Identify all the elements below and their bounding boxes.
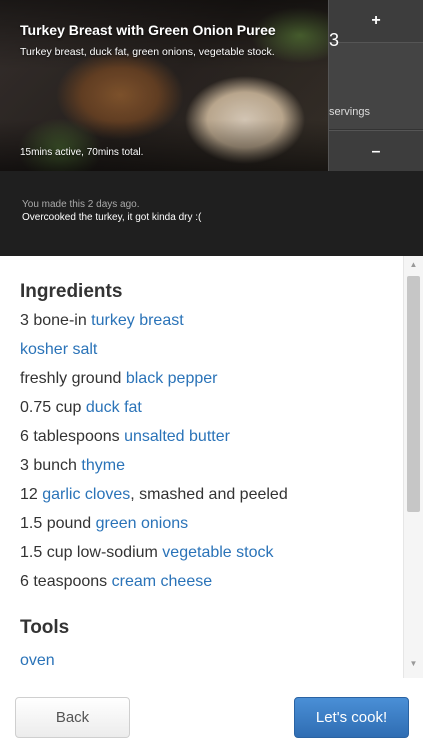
ingredient-quantity: 1.5 pound: [20, 515, 96, 532]
ingredient-quantity: 1.5 cup low-sodium: [20, 544, 163, 561]
ingredient-item: 1.5 pound green onions: [20, 515, 288, 544]
ingredient-link[interactable]: garlic cloves: [42, 486, 130, 503]
ingredient-link[interactable]: kosher salt: [20, 341, 97, 358]
ingredient-item: 3 bunch thyme: [20, 457, 288, 486]
recipe-details[interactable]: Ingredients 3 bone-in turkey breast koshe…: [0, 256, 403, 678]
recipe-subtitle: Turkey breast, duck fat, green onions, v…: [20, 46, 275, 58]
recipe-title: Turkey Breast with Green Onion Puree: [20, 22, 276, 38]
ingredient-link[interactable]: unsalted butter: [124, 428, 230, 445]
ingredient-quantity: 12: [20, 486, 43, 503]
ingredient-quantity: 6 tablespoons: [20, 428, 125, 445]
ingredients-list: 3 bone-in turkey breast kosher salt freshl…: [20, 312, 288, 602]
ingredient-item: 1.5 cup low-sodium vegetable stock: [20, 544, 288, 573]
ingredient-quantity: 6 teaspoons: [20, 573, 112, 590]
last-made-text: You made this 2 days ago.: [22, 199, 140, 210]
ingredient-item: 6 tablespoons unsalted butter: [20, 428, 288, 457]
ingredient-quantity: freshly ground: [20, 370, 126, 387]
ingredient-link[interactable]: black pepper: [126, 370, 218, 387]
ingredient-item: freshly ground black pepper: [20, 370, 288, 399]
ingredient-item: 12 garlic cloves, smashed and peeled: [20, 486, 288, 515]
ingredient-link[interactable]: cream cheese: [112, 573, 213, 590]
footer-bar: Back Let's cook!: [0, 678, 423, 754]
ingredient-item: 3 bone-in turkey breast: [20, 312, 288, 341]
recipe-time: 15mins active, 70mins total.: [20, 147, 144, 158]
cook-note: Overcooked the turkey, it got kinda dry …: [22, 212, 202, 223]
scrollbar[interactable]: ▲ ▼: [403, 256, 423, 678]
decrease-servings-button[interactable]: –: [329, 130, 423, 172]
ingredients-heading: Ingredients: [20, 281, 123, 302]
scroll-thumb[interactable]: [407, 276, 420, 512]
recipe-hero-image: Turkey Breast with Green Onion Puree Tur…: [0, 0, 328, 171]
ingredient-quantity: 0.75 cup: [20, 399, 86, 416]
servings-control: + 3 servings –: [328, 0, 423, 172]
ingredient-link[interactable]: vegetable stock: [162, 544, 273, 561]
lets-cook-button[interactable]: Let's cook!: [294, 697, 409, 738]
ingredient-quantity: 3 bone-in: [20, 312, 92, 329]
ingredient-note: , smashed and peeled: [130, 486, 288, 503]
tool-link-oven[interactable]: oven: [20, 652, 55, 670]
cook-history-panel: You made this 2 days ago. Overcooked the…: [0, 171, 423, 256]
ingredient-quantity: 3 bunch: [20, 457, 82, 474]
ingredient-item: kosher salt: [20, 341, 288, 370]
back-button[interactable]: Back: [15, 697, 130, 738]
minus-icon: –: [371, 142, 381, 160]
scroll-up-icon[interactable]: ▲: [404, 260, 423, 269]
servings-label: servings: [329, 106, 370, 118]
scroll-down-icon[interactable]: ▼: [404, 659, 423, 668]
ingredient-link[interactable]: thyme: [81, 457, 125, 474]
ingredient-link[interactable]: duck fat: [86, 399, 142, 416]
plus-icon: +: [371, 12, 381, 29]
ingredient-item: 6 teaspoons cream cheese: [20, 573, 288, 602]
ingredient-link[interactable]: turkey breast: [91, 312, 183, 329]
servings-count: 3: [329, 30, 340, 50]
ingredient-item: 0.75 cup duck fat: [20, 399, 288, 428]
tools-heading: Tools: [20, 617, 70, 638]
ingredient-link[interactable]: green onions: [96, 515, 189, 532]
